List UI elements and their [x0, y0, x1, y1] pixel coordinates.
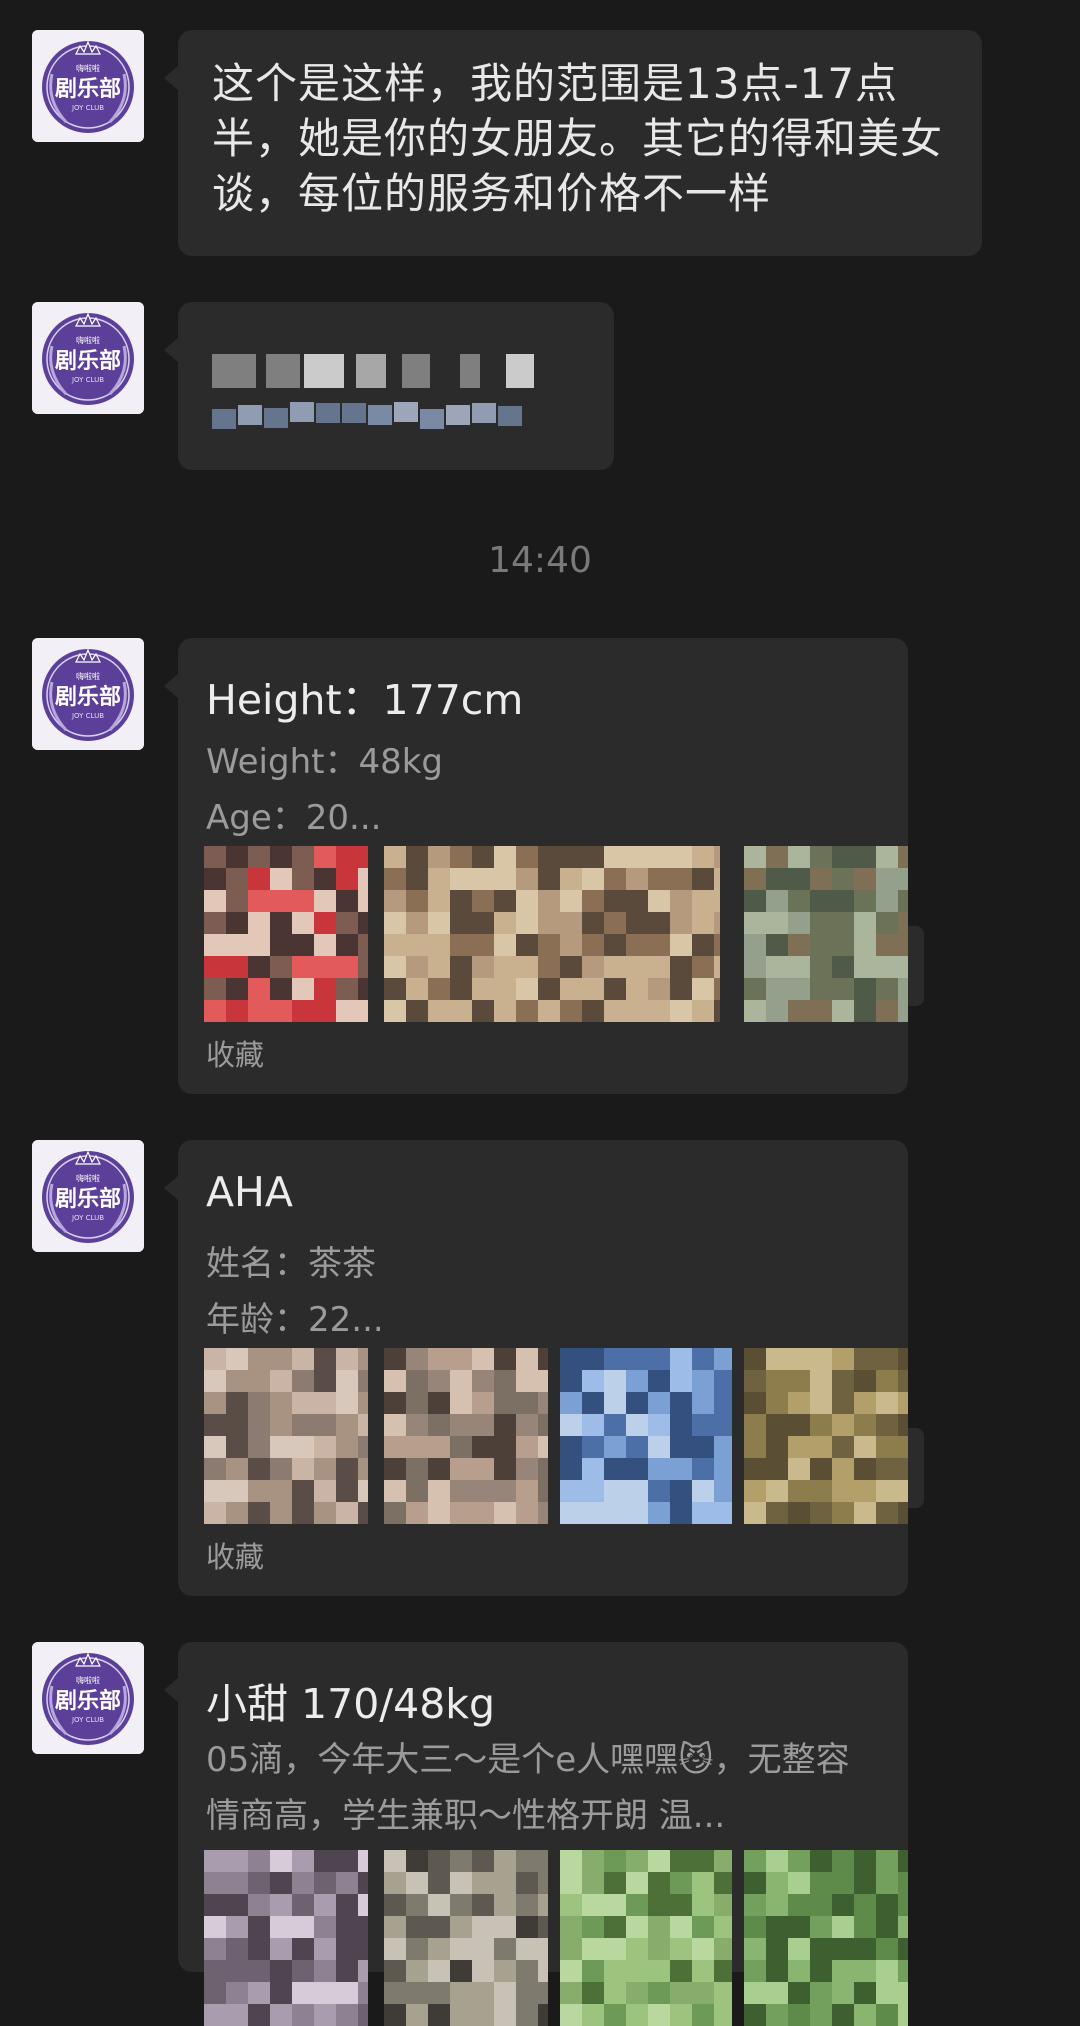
pixel-block — [446, 405, 470, 425]
photo-strip[interactable] — [204, 846, 908, 1022]
pixelated-photo — [384, 846, 720, 1022]
pixel-block — [506, 354, 534, 388]
avatar[interactable]: 嗨啦啦剧乐部 JOY CLUB — [32, 1642, 144, 1754]
photo-thumbnail[interactable] — [744, 846, 908, 1022]
joy-club-logo-icon: 嗨啦啦剧乐部 JOY CLUB — [32, 1140, 144, 1252]
redacted-bubble[interactable] — [164, 302, 614, 470]
pixelated-photo — [560, 1348, 732, 1524]
svg-text:剧乐部: 剧乐部 — [55, 1688, 121, 1714]
photo-thumbnail[interactable] — [204, 1348, 368, 1524]
avatar[interactable]: 嗨啦啦剧乐部 JOY CLUB — [32, 302, 144, 414]
text-bubble[interactable]: 这个是这样，我的范围是13点-17点半，她是你的女朋友。其它的得和美女谈，每位的… — [164, 30, 982, 256]
svg-text:嗨啦啦: 嗨啦啦 — [76, 63, 100, 73]
photo-thumbnail[interactable] — [384, 1348, 548, 1524]
joy-club-logo-icon: 嗨啦啦剧乐部 JOY CLUB — [32, 302, 144, 414]
photo-thumbnail[interactable] — [204, 1850, 368, 2026]
pixel-block — [304, 354, 344, 388]
photo-thumbnail[interactable] — [560, 1850, 732, 2026]
card-line: 姓名：茶茶 — [206, 1244, 376, 1284]
pixel-block — [342, 403, 366, 423]
photo-thumbnail[interactable] — [560, 1348, 732, 1524]
card-description: 05滴，今年大三～是个e人嘿嘿😼，无整容情商高，学生兼职～性格开朗 温... — [206, 1740, 850, 1836]
profile-card[interactable]: Height：177cm Weight：48kg Age：20... 收藏 — [164, 638, 924, 1094]
photo-thumbnail[interactable] — [744, 1850, 908, 2026]
svg-text:JOY CLUB: JOY CLUB — [71, 712, 104, 720]
favorite-label: 收藏 — [206, 1540, 265, 1574]
pixel-block — [212, 409, 236, 429]
profile-card[interactable]: 小甜 170/48kg 05滴，今年大三～是个e人嘿嘿😼，无整容情商高，学生兼职… — [164, 1642, 908, 2026]
pixelated-photo — [744, 846, 908, 1022]
pixelated-photo — [204, 846, 368, 1022]
avatar[interactable]: 嗨啦啦剧乐部 JOY CLUB — [32, 1140, 144, 1252]
photo-thumbnail[interactable] — [384, 1850, 548, 2026]
pixelated-photo — [560, 1850, 732, 2026]
pixelated-photo — [204, 1850, 368, 2026]
pixel-block — [266, 354, 300, 388]
svg-text:JOY CLUB: JOY CLUB — [71, 1214, 104, 1222]
svg-text:剧乐部: 剧乐部 — [55, 684, 121, 710]
svg-text:嗨啦啦: 嗨啦啦 — [76, 671, 100, 681]
pixelated-photo — [744, 1348, 908, 1524]
pixel-block — [238, 405, 262, 425]
pixelated-photo — [384, 1850, 548, 2026]
pixel-block — [472, 403, 496, 423]
card-line: 年龄：22... — [206, 1300, 384, 1340]
photo-thumbnail[interactable] — [384, 846, 720, 1022]
pixel-block — [264, 408, 288, 428]
svg-text:嗨啦啦: 嗨啦啦 — [76, 1173, 100, 1183]
svg-text:剧乐部: 剧乐部 — [55, 1186, 121, 1212]
svg-text:JOY CLUB: JOY CLUB — [71, 1716, 104, 1724]
card-line: Age：20... — [206, 798, 382, 838]
svg-text:JOY CLUB: JOY CLUB — [71, 376, 104, 384]
pixel-block — [498, 406, 522, 426]
pixel-block — [402, 354, 430, 388]
pixel-block — [420, 409, 444, 429]
joy-club-logo-icon: 嗨啦啦剧乐部 JOY CLUB — [32, 1642, 144, 1754]
svg-text:剧乐部: 剧乐部 — [55, 76, 121, 102]
timestamp: 14:40 — [488, 540, 592, 581]
message-text: 这个是这样，我的范围是13点-17点半，她是你的女朋友。其它的得和美女谈，每位的… — [212, 59, 944, 218]
pixel-block — [356, 354, 386, 388]
pixel-block — [460, 354, 480, 388]
pixelated-text — [212, 354, 534, 429]
photo-thumbnail[interactable] — [204, 846, 368, 1022]
avatar[interactable]: 嗨啦啦剧乐部 JOY CLUB — [32, 30, 144, 142]
photo-strip[interactable] — [204, 1348, 908, 1524]
avatar[interactable]: 嗨啦啦剧乐部 JOY CLUB — [32, 638, 144, 750]
svg-text:JOY CLUB: JOY CLUB — [71, 104, 104, 112]
svg-text:嗨啦啦: 嗨啦啦 — [76, 1675, 100, 1685]
svg-text:嗨啦啦: 嗨啦啦 — [76, 335, 100, 345]
pixel-block — [394, 402, 418, 422]
card-title: 小甜 170/48kg — [206, 1680, 496, 1728]
card-line: Weight：48kg — [206, 742, 443, 782]
pixel-block — [212, 354, 256, 388]
svg-text:剧乐部: 剧乐部 — [55, 348, 121, 374]
joy-club-logo-icon: 嗨啦啦剧乐部 JOY CLUB — [32, 30, 144, 142]
photo-thumbnail[interactable] — [744, 1348, 908, 1524]
profile-card[interactable]: AHA 姓名：茶茶 年龄：22... 收藏 — [164, 1140, 924, 1596]
card-edge — [908, 926, 924, 1006]
pixelated-photo — [204, 1348, 368, 1524]
card-edge — [908, 1428, 924, 1508]
pixel-block — [368, 405, 392, 425]
favorite-label: 收藏 — [206, 1038, 265, 1072]
pixel-block — [316, 403, 340, 423]
card-title: AHA — [206, 1168, 293, 1216]
pixel-block — [290, 402, 314, 422]
card-title: Height：177cm — [206, 676, 524, 724]
pixelated-photo — [744, 1850, 908, 2026]
pixelated-photo — [384, 1348, 548, 1524]
joy-club-logo-icon: 嗨啦啦剧乐部 JOY CLUB — [32, 638, 144, 750]
photo-strip[interactable] — [204, 1850, 908, 2026]
